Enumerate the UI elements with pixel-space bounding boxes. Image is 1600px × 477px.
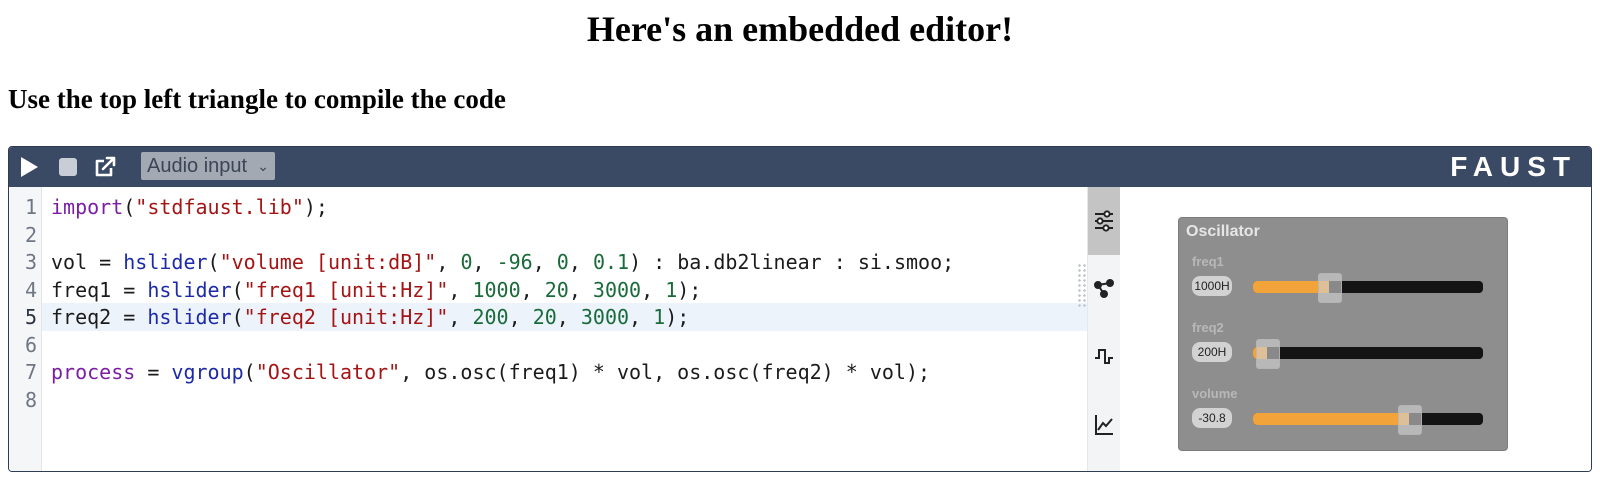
slider-value-volume[interactable]: -30.8 (1192, 408, 1232, 428)
slider-thumb-freq2[interactable] (1256, 339, 1280, 369)
chart-icon (1095, 415, 1113, 435)
code-line[interactable]: vol = hslider("volume [unit:dB]", 0, -96… (51, 248, 954, 276)
sliders-icon (1095, 210, 1113, 232)
line-number: 4 (24, 277, 37, 302)
diagram-icon (1094, 279, 1114, 298)
editor-toolbar: Audio input ⌄ FAUST (9, 147, 1591, 187)
line-number: 2 (24, 222, 37, 247)
slider-thumb-freq1[interactable] (1318, 273, 1342, 303)
page-title: Here's an embedded editor! (586, 9, 1014, 49)
line-number: 6 (24, 332, 37, 357)
faust-ui-pane: Oscillator freq1 1000H freq2 200H volume -30.… (1120, 187, 1591, 471)
code-line[interactable]: process = vgroup("Oscillator", os.osc(fr… (51, 358, 930, 386)
slider-value-freq1[interactable]: 1000H (1192, 276, 1232, 296)
external-link-icon[interactable] (93, 155, 117, 179)
tab-signal[interactable] (1088, 323, 1120, 391)
line-number: 7 (24, 360, 37, 384)
code-line[interactable]: freq1 = hslider("freq1 [unit:Hz]", 1000,… (51, 276, 701, 304)
line-number-gutter: 1 2 3 4 5 6 7 8 (9, 187, 42, 471)
audio-input-label: Audio input (147, 155, 248, 177)
faust-logo: FAUST (1450, 151, 1577, 182)
slider-track-freq2[interactable] (1253, 339, 1483, 369)
line-number: 3 (24, 250, 37, 274)
slider-label-freq1: freq1 (1192, 254, 1224, 269)
chevron-down-icon: ⌄ (257, 158, 269, 174)
tab-plot[interactable] (1088, 391, 1120, 459)
slider-label-volume: volume (1192, 386, 1238, 401)
embedded-editor: Audio input ⌄ FAUST 1 2 3 4 5 6 7 8 import("std… (8, 146, 1592, 472)
code-editor[interactable]: import("stdfaust.lib"); vol = hslider("vo… (42, 187, 1120, 471)
play-icon[interactable] (17, 155, 41, 179)
oscillator-group: Oscillator freq1 1000H freq2 200H volume -30.… (1178, 217, 1508, 451)
tab-diagram[interactable] (1088, 255, 1120, 323)
code-line[interactable]: import("stdfaust.lib"); (51, 193, 328, 221)
tab-ui-controls[interactable] (1088, 187, 1120, 255)
slider-value-freq2[interactable]: 200H (1192, 342, 1232, 362)
slider-track-freq1[interactable] (1253, 273, 1483, 303)
side-tab-bar (1087, 187, 1120, 471)
line-number: 8 (24, 387, 37, 412)
slider-label-freq2: freq2 (1192, 320, 1224, 335)
page-subtitle: Use the top left triangle to compile the… (8, 84, 506, 114)
signal-icon (1095, 349, 1113, 364)
resize-handle[interactable] (1077, 263, 1087, 309)
stop-icon[interactable] (56, 155, 80, 179)
oscillator-title: Oscillator (1186, 223, 1260, 240)
code-line[interactable]: freq2 = hslider("freq2 [unit:Hz]", 200, … (51, 303, 689, 331)
audio-input-select[interactable]: Audio input ⌄ (141, 152, 275, 180)
slider-thumb-volume[interactable] (1398, 405, 1422, 435)
line-number: 5 (24, 305, 37, 329)
slider-fill (1253, 413, 1409, 425)
slider-track-volume[interactable] (1253, 405, 1483, 435)
line-number: 1 (24, 195, 37, 219)
